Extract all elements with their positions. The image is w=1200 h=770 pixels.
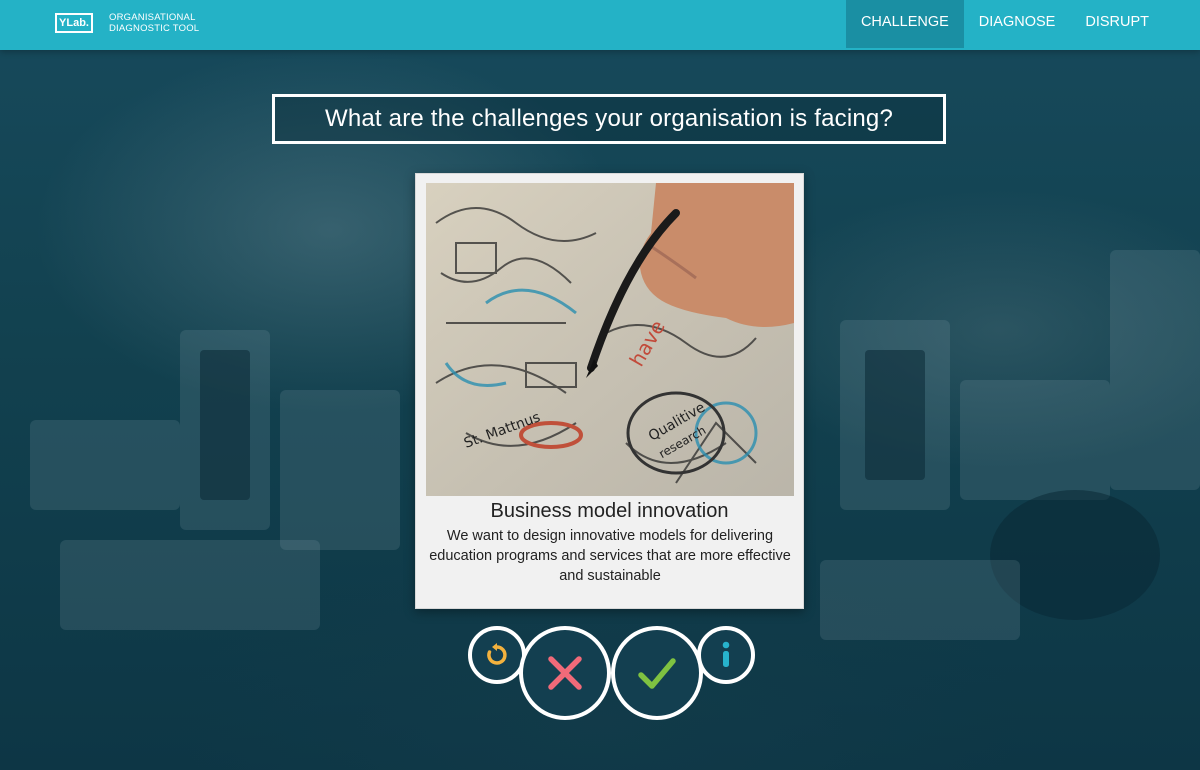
app-tagline: ORGANISATIONAL DIAGNOSTIC TOOL <box>109 12 199 34</box>
check-icon <box>638 658 676 689</box>
nav-disrupt[interactable]: DISRUPT <box>1070 0 1164 48</box>
card-image: Qualitive research have St. Mattnus <box>426 183 794 496</box>
info-icon <box>722 641 730 667</box>
close-icon <box>548 656 582 690</box>
top-bar: YLab. ORGANISATIONAL DIAGNOSTIC TOOL CHA… <box>0 0 1200 50</box>
background-block <box>960 380 1110 500</box>
question-heading: What are the challenges your organisatio… <box>272 94 946 144</box>
background-block <box>200 350 250 500</box>
background-block <box>1110 250 1200 490</box>
background-block <box>865 350 925 480</box>
background-block <box>30 420 180 510</box>
background-block <box>280 390 400 550</box>
info-button[interactable] <box>697 626 755 684</box>
background-block <box>60 540 320 630</box>
undo-icon <box>487 643 507 665</box>
logo[interactable]: YLab. <box>55 13 93 33</box>
nav-diagnose[interactable]: DIAGNOSE <box>964 0 1071 48</box>
app-tagline-line2: DIAGNOSTIC TOOL <box>109 23 200 34</box>
background-block <box>820 560 1020 640</box>
reject-button[interactable] <box>519 626 611 720</box>
accept-button[interactable] <box>611 626 703 720</box>
challenge-card[interactable]: Qualitive research have St. Mattnus Busi… <box>415 173 804 609</box>
nav-challenge[interactable]: CHALLENGE <box>845 0 964 48</box>
undo-button[interactable] <box>468 626 526 684</box>
app-tagline-line1: ORGANISATIONAL <box>109 12 196 23</box>
card-title: Business model innovation <box>490 500 729 522</box>
card-description: We want to design innovative models for … <box>429 528 791 584</box>
sketch-drawing-photo: Qualitive research have St. Mattnus <box>426 183 794 496</box>
main-nav: CHALLENGE DIAGNOSE DISRUPT <box>845 0 1164 48</box>
